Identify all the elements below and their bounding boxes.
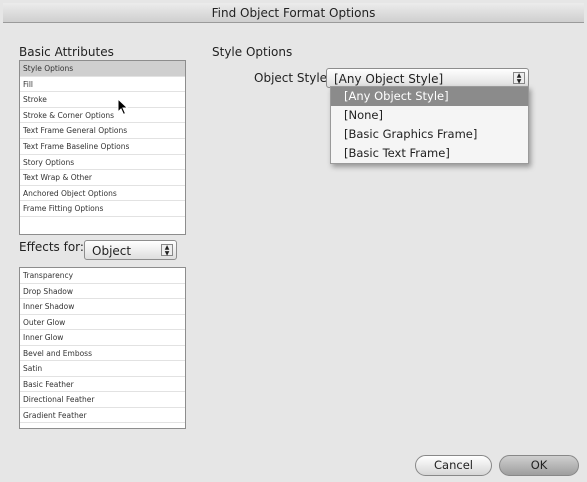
menu-item-basic-text-frame[interactable]: [Basic Text Frame] bbox=[331, 144, 528, 163]
list-item-text-frame-baseline-options[interactable]: Text Frame Baseline Options bbox=[20, 139, 185, 155]
mouse-pointer-icon bbox=[117, 98, 129, 116]
list-item-drop-shadow[interactable]: Drop Shadow bbox=[20, 284, 185, 299]
list-item-transparency[interactable]: Transparency bbox=[20, 268, 185, 284]
object-style-popup[interactable]: [Any Object Style] ▲ ▼ bbox=[326, 68, 529, 88]
list-item-outer-glow[interactable]: Outer Glow bbox=[20, 315, 185, 330]
list-item-anchored-object-options[interactable]: Anchored Object Options bbox=[20, 186, 185, 202]
list-item-bevel-emboss[interactable]: Bevel and Emboss bbox=[20, 346, 185, 361]
cancel-button[interactable]: Cancel bbox=[415, 455, 492, 476]
effects-for-row: Effects for: bbox=[19, 240, 84, 254]
list-item-text-wrap-other[interactable]: Text Wrap & Other bbox=[20, 170, 185, 186]
list-item-stroke[interactable]: Stroke bbox=[20, 92, 185, 108]
window-title: Find Object Format Options bbox=[3, 3, 584, 23]
list-item-fill[interactable]: Fill bbox=[20, 77, 185, 93]
list-item-frame-fitting-options[interactable]: Frame Fitting Options bbox=[20, 201, 185, 217]
object-style-value: [Any Object Style] bbox=[334, 72, 444, 86]
menu-item-any-object-style[interactable]: [Any Object Style] bbox=[331, 87, 528, 106]
object-style-menu: [Any Object Style] [None] [Basic Graphic… bbox=[330, 86, 529, 164]
list-item-directional-feather[interactable]: Directional Feather bbox=[20, 392, 185, 408]
list-item-style-options[interactable]: Style Options bbox=[20, 61, 185, 77]
effects-list[interactable]: Transparency Drop Shadow Inner Shadow Ou… bbox=[19, 267, 186, 429]
menu-item-basic-graphics-frame[interactable]: [Basic Graphics Frame] bbox=[331, 125, 528, 144]
list-item-story-options[interactable]: Story Options bbox=[20, 155, 185, 171]
object-style-label: Object Style: bbox=[254, 71, 332, 85]
list-item-text-frame-general-options[interactable]: Text Frame General Options bbox=[20, 123, 185, 139]
effects-for-label: Effects for: bbox=[19, 240, 84, 254]
popup-arrows-icon: ▲ ▼ bbox=[161, 244, 173, 257]
find-object-format-options-dialog: Find Object Format Options Basic Attribu… bbox=[0, 0, 587, 482]
ok-button[interactable]: OK bbox=[499, 455, 579, 476]
basic-attributes-list[interactable]: Style Options Fill Stroke Stroke & Corne… bbox=[19, 60, 186, 235]
effects-for-popup[interactable]: Object ▲ ▼ bbox=[84, 240, 177, 260]
effects-for-value: Object bbox=[92, 244, 132, 258]
list-item-gradient-feather[interactable]: Gradient Feather bbox=[20, 408, 185, 423]
menu-item-none[interactable]: [None] bbox=[331, 106, 528, 125]
list-item-inner-shadow[interactable]: Inner Shadow bbox=[20, 299, 185, 315]
basic-attributes-heading: Basic Attributes bbox=[19, 45, 114, 59]
style-options-heading: Style Options bbox=[212, 45, 293, 59]
list-item-stroke-corner-options[interactable]: Stroke & Corner Options bbox=[20, 108, 185, 124]
list-item-inner-glow[interactable]: Inner Glow bbox=[20, 330, 185, 346]
popup-arrows-icon: ▲ ▼ bbox=[513, 72, 525, 85]
list-item-basic-feather[interactable]: Basic Feather bbox=[20, 377, 185, 392]
list-item-satin[interactable]: Satin bbox=[20, 361, 185, 377]
